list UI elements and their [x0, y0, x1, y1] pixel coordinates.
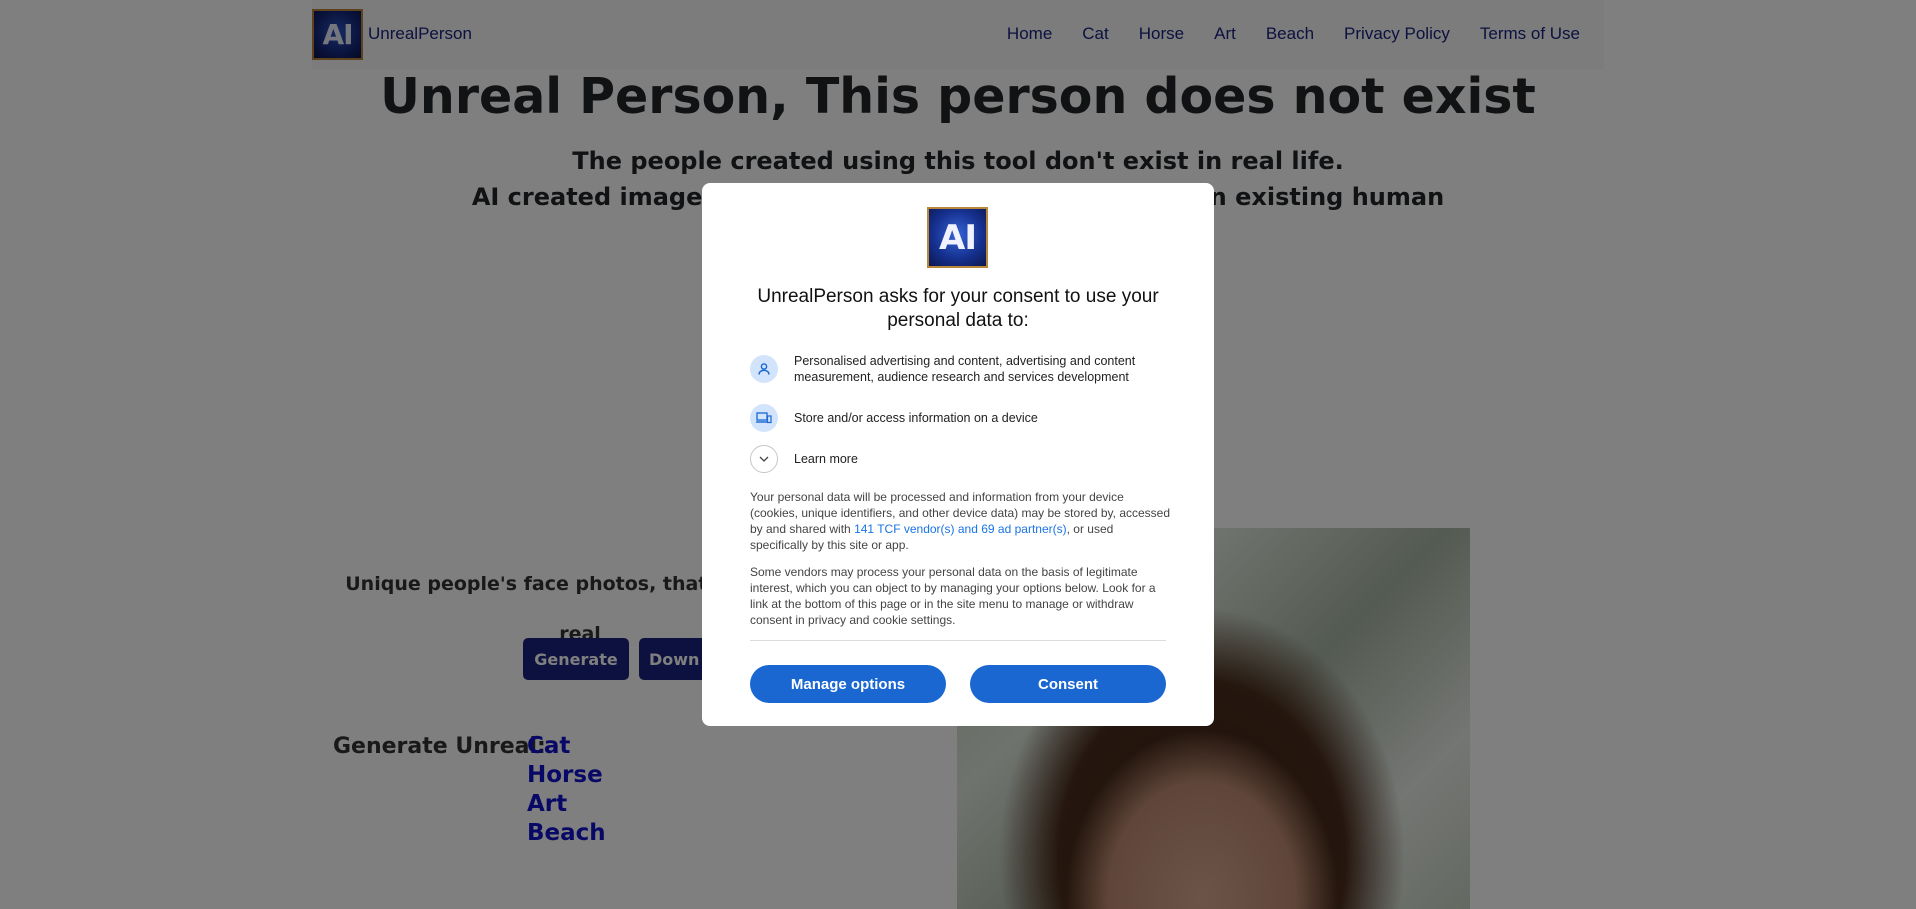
consent-info-text-2: Some vendors may process your personal d…: [750, 565, 1156, 627]
learn-more-toggle[interactable]: Learn more: [750, 445, 1170, 473]
consent-title: UnrealPerson asks for your consent to us…: [757, 286, 1159, 331]
vendors-link[interactable]: 141 TCF vendor(s) and 69 ad partner(s): [854, 522, 1067, 536]
person-icon: [750, 355, 778, 383]
consent-dialog: AI UnrealPerson asks for your consent to…: [702, 183, 1214, 726]
devices-icon: [750, 404, 778, 432]
chevron-down-icon[interactable]: [750, 445, 778, 473]
dialog-site-logo: AI: [927, 207, 988, 268]
manage-options-button[interactable]: Manage options: [750, 665, 946, 703]
dialog-divider: [750, 640, 1166, 641]
consent-info-text-1: Your personal data will be processed and…: [750, 489, 1170, 553]
purpose-item-storage: Store and/or access information on a dev…: [750, 404, 1170, 432]
purpose-item-advertising: Personalised advertising and content, ad…: [750, 353, 1170, 385]
purpose-text: Personalised advertising and content, ad…: [794, 354, 1136, 384]
consent-button[interactable]: Consent: [970, 665, 1166, 703]
purpose-text: Store and/or access information on a dev…: [794, 411, 1038, 425]
learn-more-label[interactable]: Learn more: [794, 451, 858, 467]
